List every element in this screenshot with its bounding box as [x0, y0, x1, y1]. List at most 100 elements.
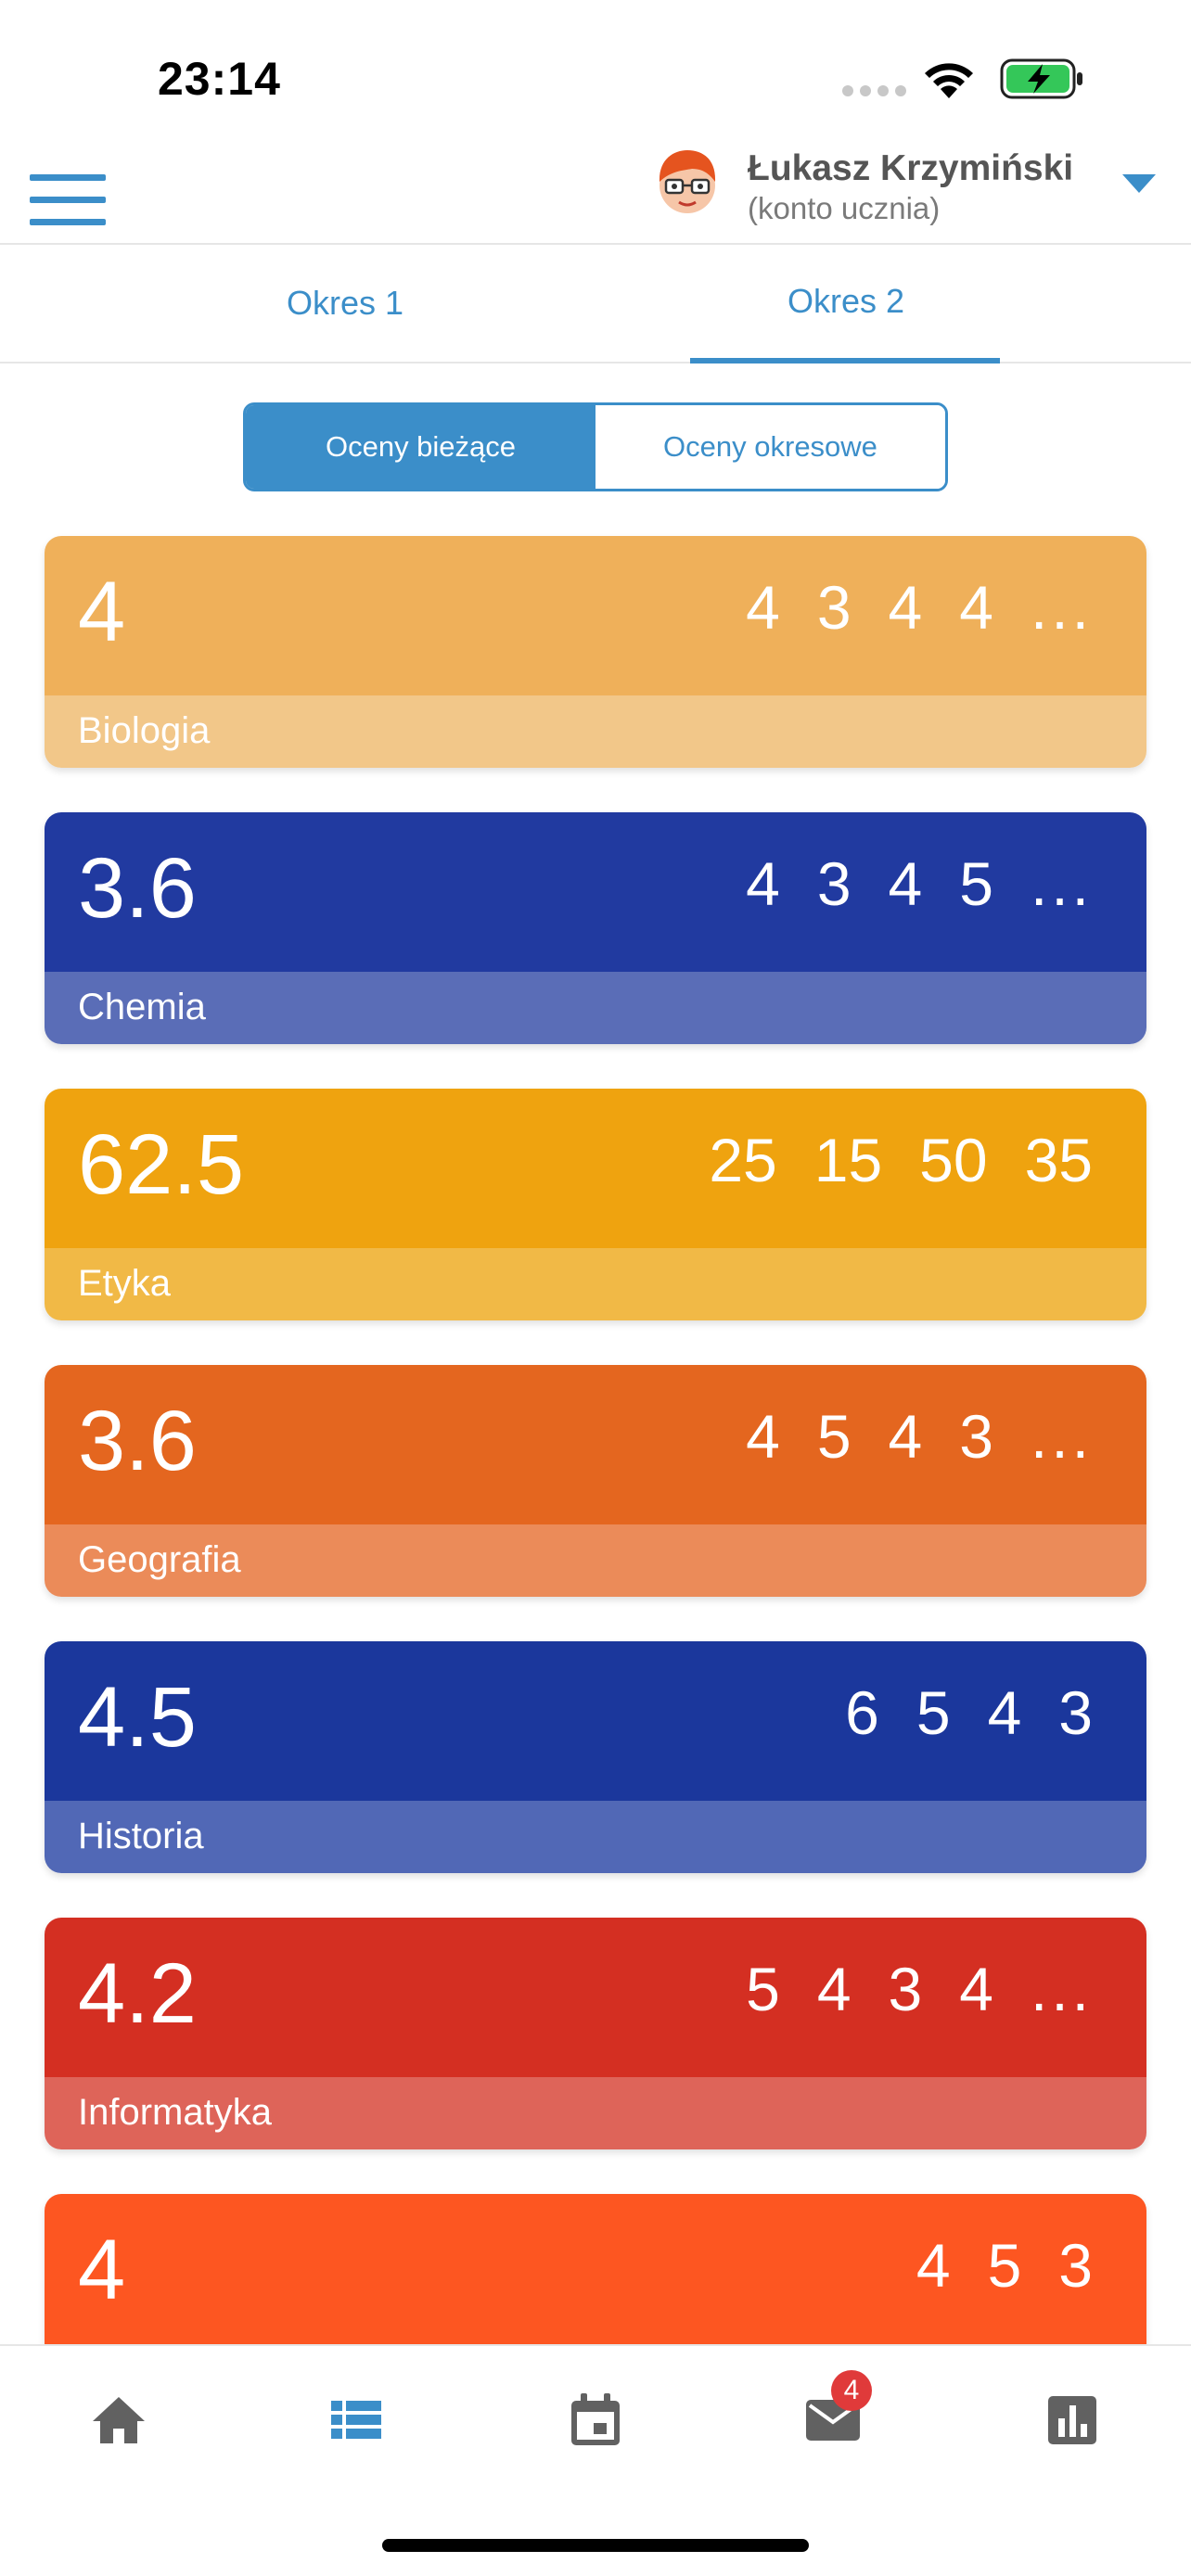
segment-current-grades[interactable]: Oceny bieżące: [246, 405, 596, 489]
subject-card-header: 4.2 5 4 3 4...: [45, 1918, 1146, 2077]
more-grades-ellipsis: ...: [1030, 1402, 1093, 1471]
nav-grades[interactable]: [319, 2383, 393, 2457]
subject-average: 4.2: [78, 1946, 197, 2041]
grade-value: 5: [987, 2231, 1022, 2300]
recent-grades: 6543: [808, 1682, 1093, 1743]
subject-card[interactable]: 3.6 4 5 4 3... Geografia: [45, 1365, 1146, 1597]
subject-list: 4 4 3 4 4... Biologia 3.6 4 3 4 5... Chemia 62.5 25 15…: [45, 536, 1146, 2470]
subject-name: Biologia: [78, 710, 211, 751]
home-indicator: [382, 2539, 809, 2552]
grade-value: 5: [746, 1955, 780, 2023]
subject-card[interactable]: 4.2 5 4 3 4... Informatyka: [45, 1918, 1146, 2149]
calendar-icon: [571, 2393, 620, 2445]
user-name[interactable]: Łukasz Krzymiński: [748, 148, 1073, 189]
grades-list-icon: [331, 2401, 381, 2439]
subject-card[interactable]: 4 4 3 4 4... Biologia: [45, 536, 1146, 768]
grade-value: 3: [1058, 1678, 1093, 1747]
nav-statistics[interactable]: [1035, 2383, 1109, 2457]
grade-value: 4: [987, 1678, 1022, 1747]
nav-calendar[interactable]: [558, 2383, 633, 2457]
subject-card-footer: Chemia: [45, 972, 1146, 1044]
app-header: Łukasz Krzymiński (konto ucznia): [0, 139, 1191, 246]
status-time: 23:14: [158, 53, 281, 105]
status-bar: 23:14: [0, 0, 1191, 139]
grade-value: 3: [816, 849, 852, 918]
subject-card[interactable]: 4.5 6 5 4 3 Historia: [45, 1641, 1146, 1873]
grade-value: 5: [816, 1402, 852, 1471]
recent-grades: 4 3 4 4...: [709, 577, 1093, 638]
grade-value: 5: [916, 1678, 951, 1747]
segment-final-grades[interactable]: Oceny okresowe: [596, 405, 945, 489]
home-icon: [93, 2397, 145, 2443]
battery-charging-icon: [1000, 58, 1082, 99]
subject-card-header: 4.5 6 5 4 3: [45, 1641, 1146, 1801]
recent-grades: 4 5 4 3...: [709, 1406, 1093, 1467]
user-role: (konto ucznia): [748, 191, 941, 225]
grade-value: 4: [746, 849, 780, 918]
recent-grades: 4 3 4 5...: [709, 853, 1093, 914]
grade-value: 4: [888, 1402, 923, 1471]
unread-badge: 4: [831, 2370, 872, 2411]
nav-messages[interactable]: 4: [796, 2370, 872, 2457]
cellular-signal-icon: [842, 85, 906, 96]
hamburger-menu-icon[interactable]: [30, 158, 106, 225]
grade-value: 35: [1024, 1126, 1093, 1194]
grade-value: 25: [709, 1126, 777, 1194]
period-tabs: Okres 1 Okres 2: [0, 243, 1191, 363]
grade-value: 4: [959, 573, 993, 642]
grade-value: 3: [816, 573, 852, 642]
subject-average: 3.6: [78, 841, 197, 936]
tab-okres-1[interactable]: Okres 1: [160, 245, 531, 363]
grade-value: 3: [959, 1402, 993, 1471]
subject-card-footer: Historia: [45, 1801, 1146, 1873]
subject-card-header: 62.5 25 15 50 35: [45, 1089, 1146, 1248]
subject-name: Chemia: [78, 987, 206, 1027]
subject-name: Informatyka: [78, 2092, 272, 2133]
subject-card-header: 4453: [45, 2194, 1146, 2353]
grade-value: 3: [888, 1955, 923, 2023]
subject-name: Geografia: [78, 1539, 241, 1580]
grade-value: 3: [1058, 2231, 1093, 2300]
grades-type-segment: Oceny bieżące Oceny okresowe: [243, 402, 948, 491]
recent-grades: 453: [879, 2235, 1093, 2296]
subject-average: 3.6: [78, 1394, 197, 1488]
subject-card-header: 3.6 4 3 4 5...: [45, 812, 1146, 972]
recent-grades: 5 4 3 4...: [709, 1958, 1093, 2020]
subject-name: Historia: [78, 1816, 204, 1856]
subject-card-footer: Informatyka: [45, 2077, 1146, 2149]
subject-card-header: 4 4 3 4 4...: [45, 536, 1146, 695]
subject-card-footer: Biologia: [45, 695, 1146, 768]
subject-card[interactable]: 3.6 4 3 4 5... Chemia: [45, 812, 1146, 1044]
avatar[interactable]: [649, 145, 725, 221]
grade-value: 50: [919, 1126, 988, 1194]
more-grades-ellipsis: ...: [1030, 573, 1093, 642]
subject-average: 4.5: [78, 1670, 197, 1765]
subject-card[interactable]: 62.5 25 15 50 35 Etyka: [45, 1089, 1146, 1320]
stats-icon: [1048, 2396, 1096, 2444]
grade-value: 5: [959, 849, 993, 918]
more-grades-ellipsis: ...: [1030, 1955, 1093, 2023]
grade-value: 4: [888, 849, 923, 918]
grade-value: 15: [813, 1126, 883, 1194]
nav-home[interactable]: [82, 2383, 156, 2457]
active-tab-indicator: [690, 358, 1000, 363]
recent-grades: 25 15 50 35: [672, 1129, 1093, 1191]
subject-card-footer: Etyka: [45, 1248, 1146, 1320]
caret-down-icon[interactable]: [1121, 172, 1158, 195]
more-grades-ellipsis: ...: [1030, 849, 1093, 918]
wifi-icon: [925, 63, 973, 98]
grade-value: 4: [888, 573, 923, 642]
subject-card-footer: Geografia: [45, 1524, 1146, 1597]
grade-value: 4: [746, 1402, 780, 1471]
grade-value: 4: [916, 2231, 951, 2300]
subject-name: Etyka: [78, 1263, 172, 1304]
subject-average: 62.5: [78, 1117, 245, 1212]
grade-value: 4: [816, 1955, 852, 2023]
grade-value: 4: [959, 1955, 993, 2023]
grade-value: 4: [746, 573, 780, 642]
subject-card-header: 3.6 4 5 4 3...: [45, 1365, 1146, 1524]
grade-value: 6: [845, 1678, 879, 1747]
subject-average: 4: [78, 565, 126, 659]
subject-average: 4: [78, 2223, 126, 2317]
tab-okres-2[interactable]: Okres 2: [660, 245, 1031, 363]
